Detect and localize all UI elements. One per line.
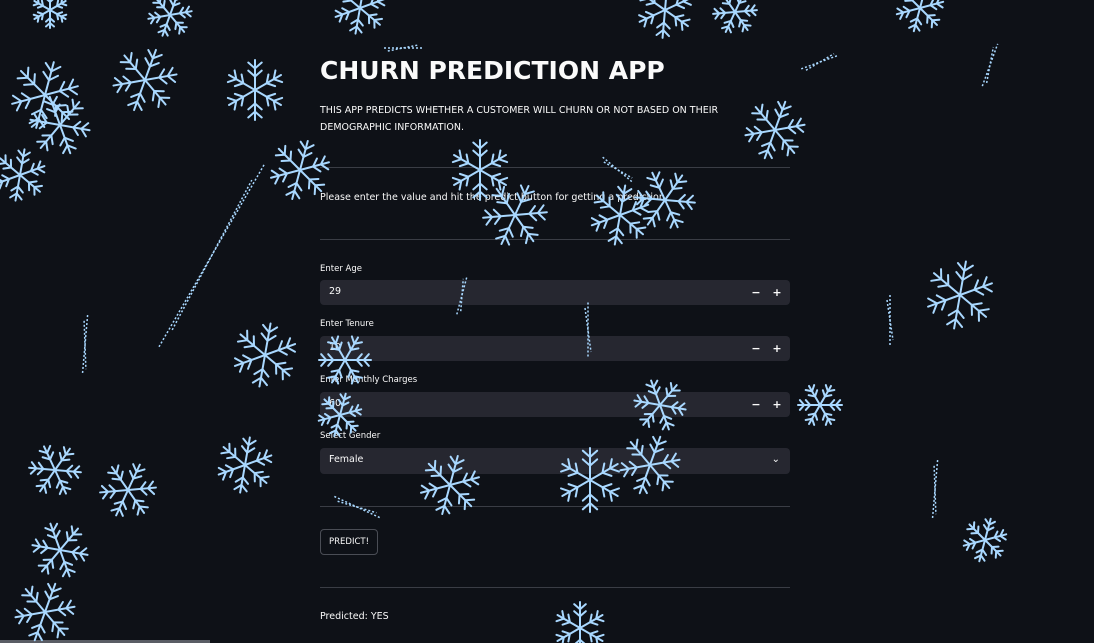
monthly-charges-input[interactable]: 60 − + xyxy=(320,392,790,417)
snowflake-icon xyxy=(217,436,273,494)
snowflake-icon xyxy=(226,59,284,121)
page-title: CHURN PREDICTION APP xyxy=(320,56,665,85)
gender-select[interactable]: Female ⌄ xyxy=(320,448,790,474)
snowflake-icon xyxy=(555,601,605,643)
monthly-charges-value[interactable]: 60 xyxy=(329,398,341,409)
snowflake-icon xyxy=(0,148,46,202)
monthly-charges-increment-button[interactable]: + xyxy=(767,395,787,414)
snowflake-icon xyxy=(14,582,76,642)
snowflake-icon xyxy=(11,61,79,129)
age-decrement-button[interactable]: − xyxy=(746,283,766,302)
page-subtitle: THIS APP PREDICTS WHETHER A CUSTOMER WIL… xyxy=(320,105,719,133)
tenure-value[interactable]: 10 xyxy=(329,342,341,353)
age-value[interactable]: 29 xyxy=(329,286,341,297)
snowflake-icon xyxy=(638,0,692,39)
age-label: Enter Age xyxy=(320,264,362,274)
snowflake-icon xyxy=(32,0,68,29)
age-increment-button[interactable]: + xyxy=(767,283,787,302)
snowflake-icon xyxy=(712,0,758,34)
snowflake-icon xyxy=(451,139,509,201)
tenure-decrement-button[interactable]: − xyxy=(746,339,766,358)
divider xyxy=(320,239,790,240)
predict-button[interactable]: PREDICT! xyxy=(320,529,378,555)
age-input[interactable]: 29 − + xyxy=(320,280,790,305)
monthly-charges-decrement-button[interactable]: − xyxy=(746,395,766,414)
snowflake-icon xyxy=(962,517,1008,563)
snowflake-icon xyxy=(797,384,843,426)
snowflake-icon xyxy=(334,0,386,35)
snowflake-icon xyxy=(112,48,178,112)
monthly-charges-label: Enter Monthly Charges xyxy=(320,375,418,385)
snowflake-icon xyxy=(31,522,89,578)
snowflake-icon xyxy=(895,0,945,33)
snowflake-icon xyxy=(384,44,422,52)
snowflake-icon xyxy=(99,463,157,517)
snowflake-icon xyxy=(800,53,840,71)
chevron-down-icon[interactable]: ⌄ xyxy=(772,454,780,465)
snowflake-icon xyxy=(981,43,999,87)
instruction-text: Please enter the value and hit the predi… xyxy=(320,192,665,203)
snowflake-icon xyxy=(147,0,193,37)
snowflake-icon xyxy=(482,184,548,246)
snowfall-overlay xyxy=(0,0,1008,643)
tenure-label: Enter Tenure xyxy=(320,319,374,329)
tenure-increment-button[interactable]: + xyxy=(767,339,787,358)
snowflake-icon xyxy=(927,260,993,330)
snowflake-icon xyxy=(233,322,297,388)
snowflake-icon xyxy=(931,460,939,520)
snowflake-icon xyxy=(886,295,894,345)
prediction-result: Predicted: YES xyxy=(320,611,389,622)
snowflake-icon xyxy=(158,162,266,348)
divider xyxy=(320,506,790,507)
snowflake-icon xyxy=(29,95,91,155)
snowflake-icon xyxy=(334,495,380,519)
snowflake-icon xyxy=(28,444,82,496)
snowflake-icon xyxy=(602,156,634,184)
tenure-input[interactable]: 10 − + xyxy=(320,336,790,361)
snowflake-icon xyxy=(81,315,89,375)
divider xyxy=(320,587,790,588)
gender-label: Select Gender xyxy=(320,431,381,441)
divider xyxy=(320,167,790,168)
gender-value[interactable]: Female xyxy=(329,454,363,465)
